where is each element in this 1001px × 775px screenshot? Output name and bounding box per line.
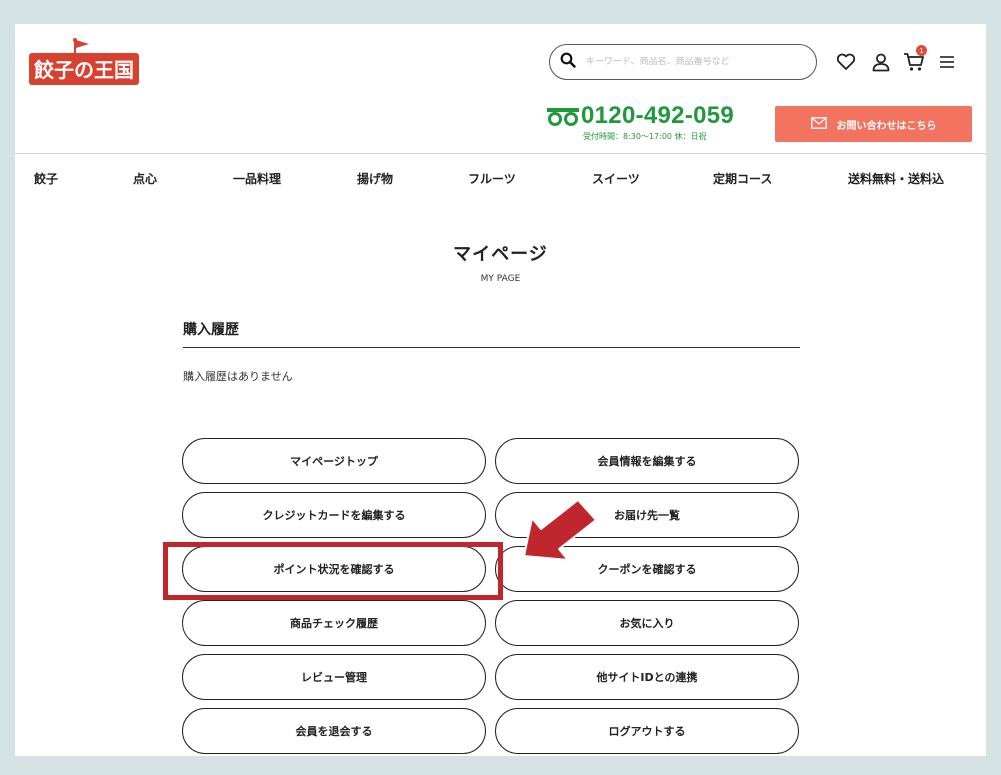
withdraw-membership-button[interactable]: 会員を退会する (182, 708, 486, 754)
search-input[interactable] (586, 57, 786, 67)
contact-label: お問い合わせはこちら (836, 120, 937, 132)
nav-item-tenshin[interactable]: 点心 (133, 170, 157, 187)
phone-hours: 受付時間：8:30〜17:00 休：日祝 (583, 132, 707, 141)
nav-item-agemono[interactable]: 揚げ物 (357, 170, 393, 187)
arrow-annotation-icon (523, 499, 597, 560)
highlight-box (163, 542, 503, 600)
product-history-button[interactable]: 商品チェック履歴 (182, 600, 486, 646)
nav-item-gyoza[interactable]: 餃子 (34, 170, 58, 187)
category-nav: 餃子 点心 一品料理 揚げ物 フルーツ スイーツ 定期コース 送料無料・送料込 (15, 170, 986, 192)
other-site-link-button[interactable]: 他サイトIDとの連携 (495, 654, 799, 700)
nav-item-free-shipping[interactable]: 送料無料・送料込 (848, 170, 944, 187)
freedial-icon (547, 108, 579, 126)
nav-item-fruits[interactable]: フルーツ (468, 170, 516, 187)
mail-icon (810, 116, 827, 132)
nav-item-ippin[interactable]: 一品料理 (233, 170, 281, 187)
nav-item-teiki[interactable]: 定期コース (713, 170, 772, 187)
user-icon[interactable] (870, 51, 892, 73)
phone-contact: 0120-492-059 受付時間：8:30〜17:00 休：日祝 (547, 102, 752, 144)
purchase-history-heading: 購入履歴 (183, 322, 239, 338)
header-divider (15, 153, 986, 154)
page-title: マイページ (453, 244, 548, 265)
review-management-button[interactable]: レビュー管理 (182, 654, 486, 700)
heart-icon[interactable] (835, 51, 857, 73)
search-icon[interactable] (560, 52, 576, 72)
favorites-button[interactable]: お気に入り (495, 600, 799, 646)
cart-count-badge: 1 (916, 45, 927, 56)
section-divider (183, 347, 800, 348)
menu-icon[interactable] (936, 51, 958, 73)
phone-number[interactable]: 0120-492-059 (581, 102, 734, 130)
logo-text: 餃子の王国 (34, 58, 134, 82)
logout-button[interactable]: ログアウトする (495, 708, 799, 754)
mypage-top-button[interactable]: マイページトップ (182, 438, 486, 484)
contact-button[interactable]: お問い合わせはこちら (775, 106, 972, 142)
site-logo[interactable]: 餃子の王国 (29, 36, 139, 88)
edit-credit-card-button[interactable]: クレジットカードを編集する (182, 492, 486, 538)
search-box[interactable] (549, 44, 817, 80)
nav-item-sweets[interactable]: スイーツ (592, 170, 640, 187)
page: 餃子の王国 1 0120-492-059 受付時間：8:30〜17:00 休：日… (15, 24, 986, 756)
cart-icon[interactable]: 1 (903, 45, 927, 73)
page-subtitle: MY PAGE (480, 274, 521, 284)
edit-member-info-button[interactable]: 会員情報を編集する (495, 438, 799, 484)
empty-history-text: 購入履歴はありません (183, 370, 293, 383)
